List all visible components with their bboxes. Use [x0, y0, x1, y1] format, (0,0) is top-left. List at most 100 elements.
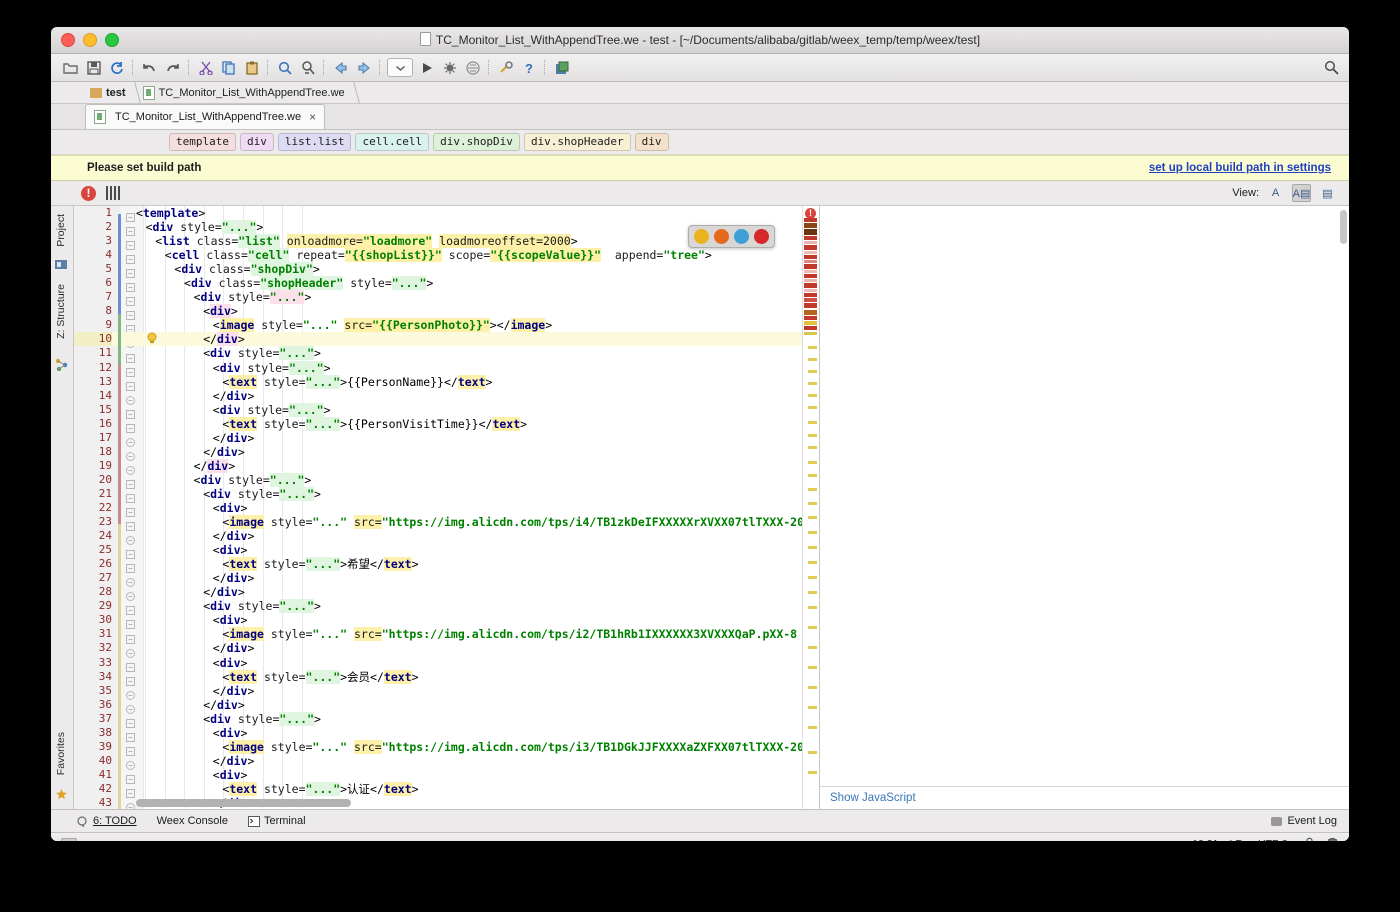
- save-icon[interactable]: [82, 57, 105, 78]
- status-bar[interactable]: 10:21 LF↕ UTF-8↕: [51, 832, 1349, 841]
- error-stripe-marker[interactable]: [808, 488, 817, 491]
- tool-window-weex-console[interactable]: Weex Console: [157, 815, 228, 827]
- tool-window-todo[interactable]: 6: TODO: [77, 815, 137, 827]
- error-stripe-marker[interactable]: [808, 346, 817, 349]
- code-line[interactable]: 27 </div>: [74, 571, 819, 585]
- redo-icon[interactable]: [161, 57, 184, 78]
- inspection-bar[interactable]: ! View: A A▤ ▤: [51, 181, 1349, 206]
- code-line[interactable]: 22 <div>: [74, 501, 819, 515]
- editor-tab-bar[interactable]: TC_Monitor_List_WithAppendTree.we ×: [51, 104, 1349, 130]
- editor-horizontal-scrollbar[interactable]: [136, 799, 351, 807]
- debug-icon[interactable]: [438, 57, 461, 78]
- error-stripe-marker[interactable]: [808, 434, 817, 437]
- help-icon[interactable]: ?: [517, 57, 540, 78]
- search-everywhere-icon[interactable]: [1324, 60, 1339, 80]
- hector-icon[interactable]: [1326, 836, 1339, 841]
- breadcrumb-item-file[interactable]: TC_Monitor_List_WithAppendTree.we: [138, 82, 357, 103]
- code-line[interactable]: 25 <div>: [74, 543, 819, 557]
- error-stripe-marker[interactable]: [804, 298, 817, 302]
- error-stripe-marker[interactable]: [804, 255, 817, 259]
- error-stripe-marker[interactable]: [804, 303, 817, 308]
- view-mode-split-button[interactable]: A▤: [1292, 184, 1311, 202]
- error-stripe-marker[interactable]: [808, 706, 817, 709]
- code-line[interactable]: 34 <text style="...">会员</text>: [74, 669, 819, 684]
- error-stripe-marker[interactable]: [808, 474, 817, 477]
- vcs-change-marker[interactable]: [118, 214, 121, 314]
- preview-canvas[interactable]: [820, 206, 1349, 787]
- code-line[interactable]: 12 <div style="...">: [74, 360, 819, 375]
- error-stripe-marker[interactable]: [808, 502, 817, 505]
- structure-chip-3[interactable]: cell.cell: [355, 133, 430, 151]
- error-stripe-marker[interactable]: [808, 406, 817, 409]
- window-title-bar[interactable]: TC_Monitor_List_WithAppendTree.we - test…: [51, 27, 1349, 54]
- code-line[interactable]: 8 <div>: [74, 304, 819, 319]
- sidebar-item-favorites[interactable]: Favorites: [55, 732, 67, 775]
- structure-chip-5[interactable]: div.shopHeader: [523, 133, 631, 151]
- browser-preview-buttons[interactable]: [688, 225, 775, 248]
- code-editor[interactable]: 1 <template> 2 <div style="..."> 3 <list clas…: [74, 206, 820, 809]
- cut-icon[interactable]: [194, 57, 217, 78]
- error-stripe-marker[interactable]: [804, 245, 817, 250]
- sync-icon[interactable]: [105, 57, 128, 78]
- structure-chip-0[interactable]: template: [169, 133, 236, 151]
- code-line[interactable]: 31 <image style="..." src="https://img.al…: [74, 627, 819, 642]
- show-javascript-link[interactable]: Show JavaScript: [830, 792, 916, 804]
- vcs-change-marker[interactable]: [118, 524, 121, 809]
- navigation-bar[interactable]: test TC_Monitor_List_WithAppendTree.we: [51, 82, 1349, 104]
- error-stripe-marker[interactable]: [804, 310, 817, 315]
- error-stripe-marker[interactable]: [804, 270, 817, 273]
- error-stripe-marker[interactable]: [808, 686, 817, 689]
- code-line[interactable]: 26 <text style="...">希望</text>: [74, 557, 819, 572]
- error-stripe-marker[interactable]: [808, 394, 817, 397]
- code-line[interactable]: 7 <div style="...">: [74, 290, 819, 305]
- code-line[interactable]: 23 <image style="..." src="https://img.al…: [74, 515, 819, 530]
- code-line[interactable]: 18 </div>: [74, 445, 819, 459]
- code-line[interactable]: 37 <div style="...">: [74, 711, 819, 726]
- code-line[interactable]: 15 <div style="...">: [74, 402, 819, 417]
- error-stripe-marker[interactable]: [804, 289, 817, 292]
- error-badge-icon[interactable]: !: [81, 185, 96, 201]
- banner-settings-link[interactable]: set up local build path in settings: [1149, 162, 1331, 174]
- open-folder-icon[interactable]: [59, 57, 82, 78]
- build-icon[interactable]: [494, 57, 517, 78]
- error-stripe-marker[interactable]: [804, 229, 817, 235]
- error-stripe-marker[interactable]: [804, 326, 817, 330]
- error-stripe-marker[interactable]: [808, 726, 817, 729]
- lock-icon[interactable]: [1304, 837, 1315, 841]
- safari-icon[interactable]: [734, 229, 749, 244]
- code-line[interactable]: 19 </div>: [74, 458, 819, 473]
- code-line[interactable]: 13 <text style="...">{{PersonName}}</text…: [74, 374, 819, 389]
- code-line[interactable]: 32 </div>: [74, 641, 819, 655]
- error-stripe-marker[interactable]: [808, 751, 817, 754]
- run-icon[interactable]: [415, 57, 438, 78]
- code-line[interactable]: 16 <text style="...">{{PersonVisitTime}}<…: [74, 416, 819, 431]
- error-stripe-marker[interactable]: [804, 283, 817, 288]
- view-mode-code-button[interactable]: A: [1266, 184, 1285, 202]
- error-stripe-marker[interactable]: [808, 446, 817, 449]
- undo-icon[interactable]: [138, 57, 161, 78]
- view-mode-preview-button[interactable]: ▤: [1318, 184, 1337, 202]
- bottom-tool-window-bar[interactable]: 6: TODO Weex Console Terminal Event Log: [51, 809, 1349, 832]
- error-stripe-marker[interactable]: [804, 332, 817, 335]
- copy-icon[interactable]: [217, 57, 240, 78]
- error-stripe-marker[interactable]: [808, 626, 817, 629]
- vcs-change-marker[interactable]: [118, 314, 121, 364]
- paste-icon[interactable]: [240, 57, 263, 78]
- sidebar-item-structure[interactable]: Z: Structure: [55, 284, 67, 339]
- back-icon[interactable]: [329, 57, 352, 78]
- tool-window-terminal[interactable]: Terminal: [247, 815, 306, 827]
- find-replace-icon[interactable]: [296, 57, 319, 78]
- error-stripe-marker[interactable]: [804, 218, 817, 222]
- error-stripe-marker[interactable]: [808, 531, 817, 534]
- code-line[interactable]: 39 <image style="..." src="https://img.al…: [74, 739, 819, 754]
- code-line[interactable]: 33 <div>: [74, 656, 819, 670]
- error-stripe-marker[interactable]: [808, 358, 817, 361]
- coverage-icon[interactable]: [461, 57, 484, 78]
- code-text-area[interactable]: 1 <template> 2 <div style="..."> 3 <list clas…: [74, 206, 819, 809]
- code-line[interactable]: 28 </div>: [74, 585, 819, 599]
- code-line[interactable]: 5 <div class="shopDiv">: [74, 262, 819, 277]
- error-stripe-marker[interactable]: [804, 241, 817, 244]
- status-line-separator[interactable]: LF↕: [1229, 838, 1247, 841]
- error-stripe-marker[interactable]: [808, 370, 817, 373]
- forward-icon[interactable]: [352, 57, 375, 78]
